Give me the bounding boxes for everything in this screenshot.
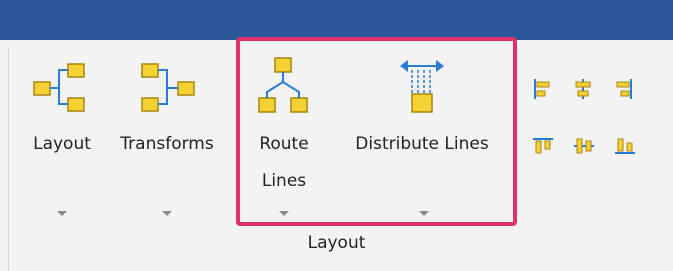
group-label: Layout <box>307 233 366 253</box>
layout-button[interactable]: Layout <box>22 60 102 220</box>
transforms-icon <box>141 63 195 112</box>
layout-icon <box>33 63 85 112</box>
align-right-icon[interactable] <box>614 78 634 100</box>
layout-label: Layout <box>33 134 91 154</box>
align-bottom-icon[interactable] <box>614 136 636 156</box>
align-top-icon[interactable] <box>532 136 554 156</box>
transforms-label: Transforms <box>120 134 214 154</box>
title-bar <box>0 0 673 40</box>
transforms-dropdown-chevron-icon[interactable] <box>162 211 172 216</box>
transforms-button[interactable]: Transforms <box>108 60 226 220</box>
align-center-icon[interactable] <box>573 78 593 100</box>
highlight-frame <box>236 37 517 226</box>
align-middle-icon[interactable] <box>573 136 595 156</box>
align-left-icon[interactable] <box>532 78 552 100</box>
layout-dropdown-chevron-icon[interactable] <box>57 211 67 216</box>
